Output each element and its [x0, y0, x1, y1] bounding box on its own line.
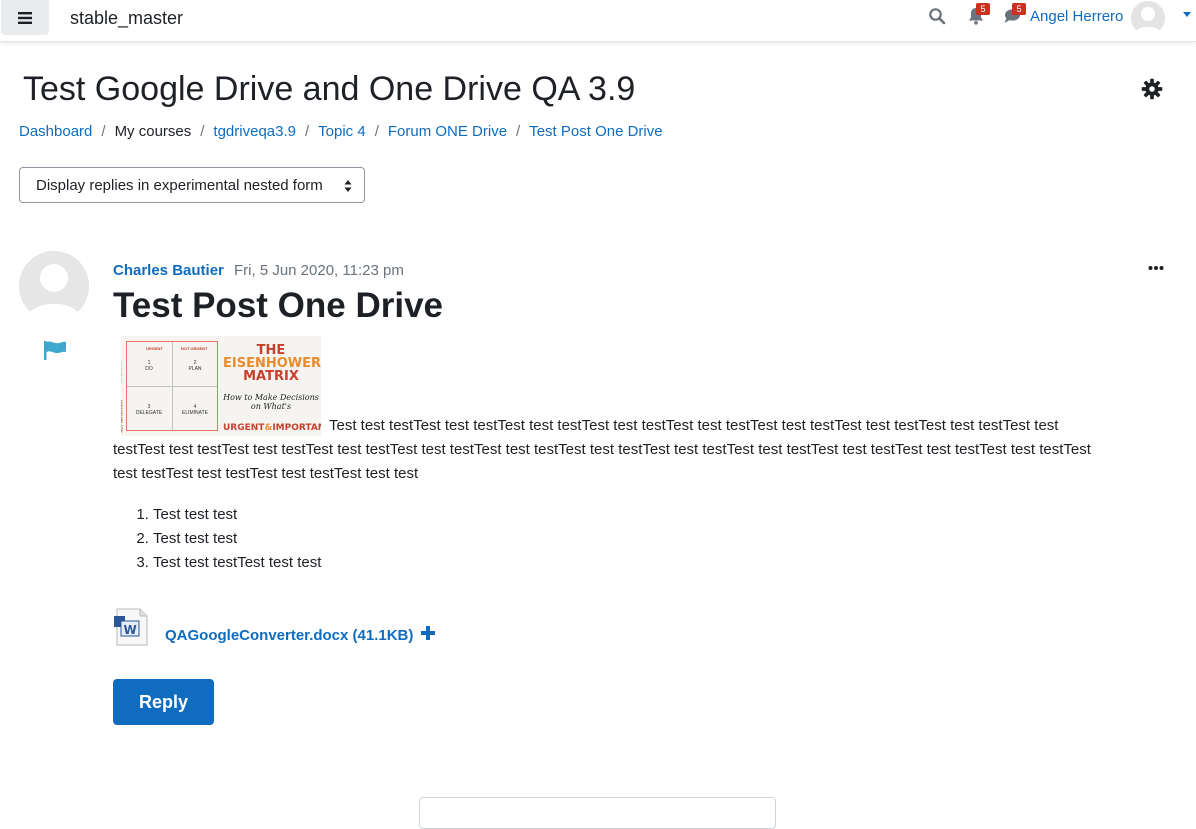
breadcrumb-separator: / — [200, 123, 205, 140]
post-content: URGENT NOT URGENT 1 DO 2 PLAN 3 DELEGATE 4E… — [113, 336, 1113, 486]
breadcrumb-separator: / — [516, 123, 521, 140]
svg-text:W: W — [124, 623, 137, 637]
matrix-quadrant-plan: 2 PLAN — [188, 360, 202, 372]
user-menu-caret-icon[interactable] — [1183, 12, 1191, 17]
word-document-icon: W — [114, 608, 148, 646]
bottom-input-box[interactable] — [419, 797, 776, 829]
matrix-subtitle: How to Make Decisions on What's — [223, 393, 319, 411]
post-subject: Test Post One Drive — [113, 286, 444, 325]
breadcrumb-topic[interactable]: Topic 4 — [318, 123, 366, 140]
eisenhower-matrix-image: URGENT NOT URGENT 1 DO 2 PLAN 3 DELEGATE 4E… — [121, 336, 321, 436]
list-item: Test test test — [153, 527, 321, 551]
display-mode-selected-value: Display replies in experimental nested f… — [36, 177, 323, 194]
matrix-label-important: IMPORTANT — [121, 360, 133, 383]
reply-button[interactable]: Reply — [113, 679, 214, 725]
matrix-grid: 1 DO 2 PLAN 3 DELEGATE 4 ELIMINATE — [126, 341, 218, 431]
drawer-toggle-button[interactable] — [1, 0, 49, 35]
author-avatar[interactable] — [19, 251, 89, 321]
list-item: Test test test — [153, 503, 321, 527]
breadcrumb-forum[interactable]: Forum ONE Drive — [388, 123, 507, 140]
notifications-count-badge: 5 — [976, 3, 990, 15]
breadcrumb-post[interactable]: Test Post One Drive — [529, 123, 662, 140]
breadcrumb: Dashboard / My courses / tgdriveqa3.9 / … — [19, 123, 663, 140]
breadcrumb-separator: / — [304, 123, 310, 140]
top-navbar: stable_master 5 5 Angel Herrero — [0, 0, 1196, 42]
post-author-link[interactable]: Charles Bautier — [113, 262, 224, 279]
select-arrows-icon — [344, 180, 352, 192]
matrix-quadrant-do: 1 DO — [145, 360, 153, 372]
user-menu-name[interactable]: Angel Herrero — [1030, 8, 1123, 25]
notifications-button[interactable]: 5 — [966, 3, 990, 26]
site-name-link[interactable]: stable_master — [70, 8, 183, 29]
messages-count-badge: 5 — [1012, 3, 1026, 15]
matrix-quadrant-delegate: 3 DELEGATE — [135, 404, 163, 416]
display-mode-select[interactable]: Display replies in experimental nested f… — [19, 167, 365, 203]
gear-icon[interactable] — [1141, 78, 1163, 100]
default-user-icon — [1131, 1, 1165, 35]
more-options-icon[interactable] — [1148, 264, 1164, 272]
matrix-urgent-important: URGENT&IMPORTANT — [223, 423, 321, 433]
breadcrumb-separator: / — [374, 123, 379, 140]
attachment-link[interactable]: QAGoogleConverter.docx (41.1KB) — [165, 627, 413, 644]
matrix-title: THE EISENHOWER MATRIX — [223, 343, 321, 384]
post-ordered-list: Test test test Test test test Test test … — [113, 503, 321, 575]
search-icon[interactable] — [928, 7, 946, 25]
matrix-label-not-important: NOT IMPORTANT — [121, 399, 124, 433]
default-user-icon — [19, 251, 89, 321]
breadcrumb-separator: / — [101, 123, 106, 140]
breadcrumb-dashboard[interactable]: Dashboard — [19, 123, 92, 140]
flag-icon[interactable] — [43, 340, 67, 360]
messages-button[interactable]: 5 — [1002, 3, 1026, 26]
plus-icon[interactable] — [421, 626, 435, 640]
hamburger-menu-icon — [18, 11, 32, 24]
list-item: Test test testTest test test — [153, 551, 321, 575]
matrix-quadrant-eliminate: 4 ELIMINATE — [181, 404, 209, 416]
post-date: Fri, 5 Jun 2020, 11:23 pm — [234, 262, 404, 279]
page-title: Test Google Drive and One Drive QA 3.9 — [23, 70, 636, 108]
breadcrumb-course[interactable]: tgdriveqa3.9 — [213, 123, 296, 140]
breadcrumb-my-courses: My courses — [114, 123, 192, 140]
user-avatar[interactable] — [1131, 1, 1165, 35]
